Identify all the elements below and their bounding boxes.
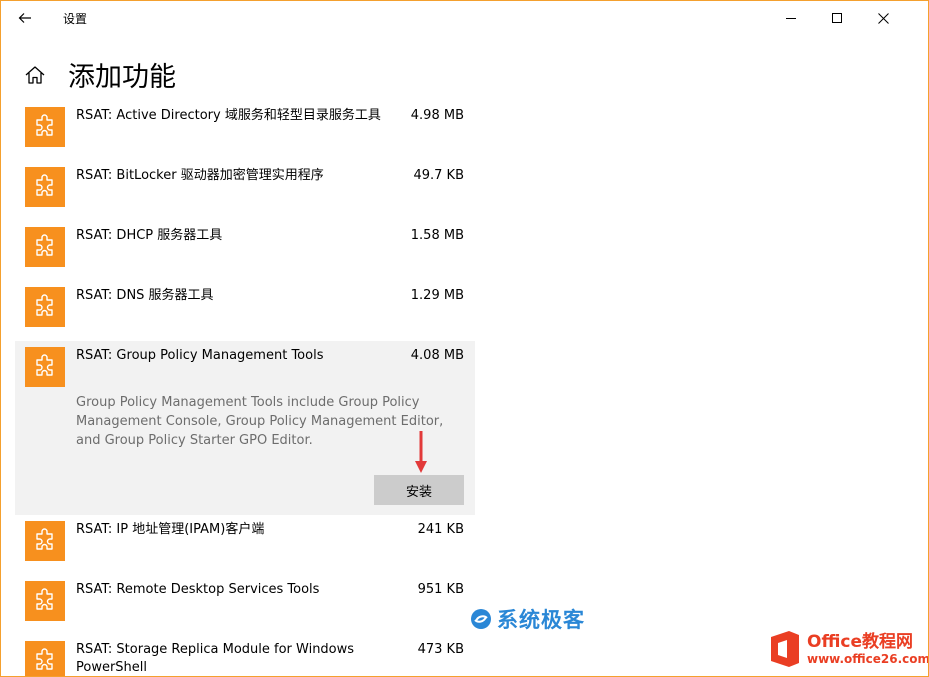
feature-list: RSAT: Active Directory 域服务和轻型目录服务工具 4.98…	[15, 101, 475, 676]
feature-tile	[25, 287, 65, 327]
feature-tile	[25, 641, 65, 676]
arrow-left-icon	[18, 13, 31, 23]
list-item[interactable]: RSAT: IP 地址管理(IPAM)客户端 241 KB	[15, 515, 475, 575]
list-item-selected[interactable]: RSAT: Group Policy Management Tools 4.08…	[15, 341, 475, 515]
feature-name: RSAT: DNS 服务器工具	[76, 288, 214, 303]
feature-tile	[25, 581, 65, 621]
feature-size: 473 KB	[417, 642, 464, 657]
feature-size: 1.58 MB	[410, 228, 464, 243]
page-title: 添加功能	[68, 62, 176, 93]
office-logo-icon	[771, 631, 799, 667]
home-button[interactable]	[24, 65, 48, 87]
puzzle-icon	[36, 648, 53, 670]
minimize-icon	[786, 18, 796, 19]
title-bar: 设置	[1, 1, 928, 35]
feature-name: RSAT: Remote Desktop Services Tools	[76, 582, 320, 597]
feature-tile	[25, 521, 65, 561]
puzzle-icon	[36, 234, 53, 256]
puzzle-icon	[36, 588, 53, 610]
feature-size: 49.7 KB	[413, 168, 464, 183]
feature-size: 241 KB	[417, 522, 464, 537]
close-button[interactable]	[860, 1, 906, 35]
feature-size: 4.98 MB	[410, 108, 464, 123]
red-arrow-annotation	[415, 431, 427, 473]
close-icon	[877, 12, 889, 24]
feature-tile	[25, 107, 65, 147]
window-title: 设置	[63, 12, 88, 26]
settings-window: 设置 添加功能 RSAT: Active Directory 域服务和轻型目录服…	[0, 0, 929, 677]
feature-name: RSAT: Storage Replica Module for Windows…	[76, 642, 355, 675]
feature-tile	[25, 167, 65, 207]
feature-description: Group Policy Management Tools include Gr…	[76, 395, 444, 448]
feature-size: 1.29 MB	[410, 288, 464, 303]
list-item[interactable]: RSAT: DNS 服务器工具 1.29 MB	[15, 281, 475, 341]
puzzle-icon	[36, 354, 53, 376]
maximize-button[interactable]	[814, 1, 860, 35]
watermark-office-title: Office教程网	[807, 631, 914, 652]
back-button[interactable]	[11, 5, 39, 31]
page-header: 添加功能	[1, 53, 928, 99]
puzzle-icon	[36, 174, 53, 196]
list-item[interactable]: RSAT: Remote Desktop Services Tools 951 …	[15, 575, 475, 635]
list-item[interactable]: RSAT: Active Directory 域服务和轻型目录服务工具 4.98…	[15, 101, 475, 161]
list-item[interactable]: RSAT: DHCP 服务器工具 1.58 MB	[15, 221, 475, 281]
watermark-office-url: www.office26.com	[807, 651, 929, 666]
watermark-office: Office教程网 www.office26.com	[767, 629, 929, 669]
feature-size: 4.08 MB	[410, 348, 464, 363]
feature-name: RSAT: Group Policy Management Tools	[76, 348, 324, 363]
minimize-button[interactable]	[768, 1, 814, 35]
puzzle-icon	[36, 294, 53, 316]
feature-name: RSAT: IP 地址管理(IPAM)客户端	[76, 522, 265, 537]
install-button[interactable]: 安装	[374, 475, 464, 505]
feature-name: RSAT: DHCP 服务器工具	[76, 228, 223, 243]
list-item[interactable]: RSAT: Storage Replica Module for Windows…	[15, 635, 475, 676]
puzzle-icon	[36, 528, 53, 550]
feature-name: RSAT: BitLocker 驱动器加密管理实用程序	[76, 168, 324, 183]
puzzle-icon	[36, 114, 53, 136]
home-icon	[25, 66, 45, 84]
list-item[interactable]: RSAT: BitLocker 驱动器加密管理实用程序 49.7 KB	[15, 161, 475, 221]
feature-tile	[25, 347, 65, 387]
maximize-icon	[832, 13, 842, 23]
feature-name: RSAT: Active Directory 域服务和轻型目录服务工具	[76, 108, 381, 123]
watermark-xitong: 系统极客	[469, 604, 585, 634]
feature-tile	[25, 227, 65, 267]
watermark-text: 系统极客	[497, 608, 585, 632]
feature-size: 951 KB	[417, 582, 464, 597]
swirl-logo-icon	[471, 609, 491, 629]
